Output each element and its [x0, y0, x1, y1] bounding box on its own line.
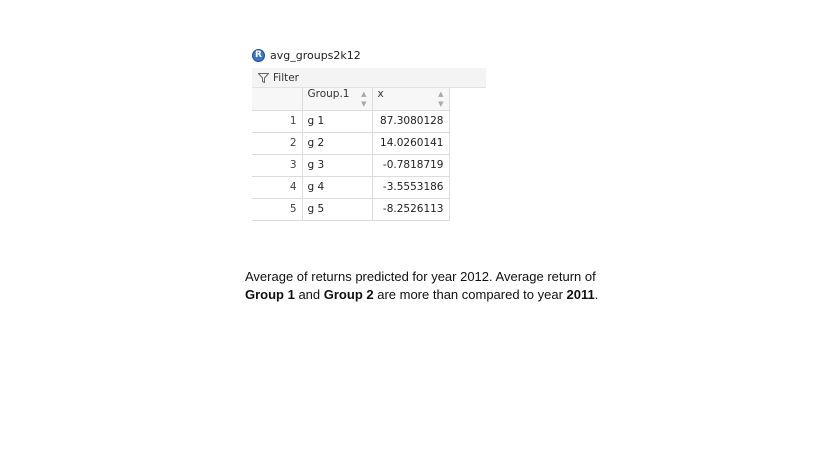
cell-x: -0.7818719 — [372, 154, 450, 177]
filter-label: Filter — [273, 71, 300, 84]
row-index: 5 — [252, 198, 303, 221]
caption-text: Average of returns predicted for year 20… — [245, 268, 625, 304]
filter-bar: Filter — [252, 68, 486, 88]
caption-part-3: are more than compared to year — [373, 287, 567, 302]
caption-part-4: . — [594, 287, 599, 302]
cell-x: -8.2526113 — [372, 198, 450, 221]
cell-group: g 3 — [302, 154, 373, 177]
header-x-label: x — [377, 88, 384, 101]
viewer-title: avg_groups2k12 — [270, 48, 361, 62]
header-index — [252, 88, 303, 111]
header-x[interactable]: x ▲ ▼ — [372, 88, 450, 111]
viewer-title-row: R avg_groups2k12 — [252, 46, 486, 64]
header-group-1[interactable]: Group.1 ▲ ▼ — [302, 88, 373, 111]
caption-bold-group-1: Group 1 — [245, 287, 295, 302]
header-group-1-label: Group.1 — [307, 88, 350, 101]
row-index: 2 — [252, 132, 303, 155]
caption-bold-year: 2011 — [566, 287, 595, 302]
cell-group: g 5 — [302, 198, 373, 221]
cell-group: g 4 — [302, 176, 373, 199]
cell-x: -3.5553186 — [372, 176, 450, 199]
table-row: 4 g 4 -3.5553186 — [252, 176, 450, 199]
table-row: 5 g 5 -8.2526113 — [252, 198, 450, 221]
table-header-row: Group.1 ▲ ▼ x ▲ ▼ — [252, 88, 450, 111]
caption-part-1: Average of returns predicted for year 20… — [245, 269, 596, 284]
caption-part-2: and — [294, 287, 324, 302]
row-index: 3 — [252, 154, 303, 177]
r-logo-icon: R — [252, 48, 265, 62]
row-index: 4 — [252, 176, 303, 199]
data-viewer: R avg_groups2k12 Filter Group.1 ▲ ▼ x ▲ ▼ — [252, 46, 486, 221]
sort-icon[interactable]: ▲ ▼ — [438, 89, 443, 109]
cell-group: g 2 — [302, 132, 373, 155]
row-index: 1 — [252, 110, 303, 133]
cell-x: 87.3080128 — [372, 110, 450, 133]
cell-x: 14.0260141 — [372, 132, 450, 155]
cell-group: g 1 — [302, 110, 373, 133]
sort-icon[interactable]: ▲ ▼ — [361, 89, 366, 109]
table-row: 3 g 3 -0.7818719 — [252, 154, 450, 177]
table-row: 1 g 1 87.3080128 — [252, 110, 450, 133]
table-row: 2 g 2 14.0260141 — [252, 132, 450, 155]
caption-bold-group-2: Group 2 — [323, 287, 374, 302]
data-table: Group.1 ▲ ▼ x ▲ ▼ 1 g 1 87.3080128 2 g 2 1… — [252, 88, 450, 221]
filter-button[interactable]: Filter — [258, 72, 299, 84]
funnel-icon — [258, 72, 269, 83]
